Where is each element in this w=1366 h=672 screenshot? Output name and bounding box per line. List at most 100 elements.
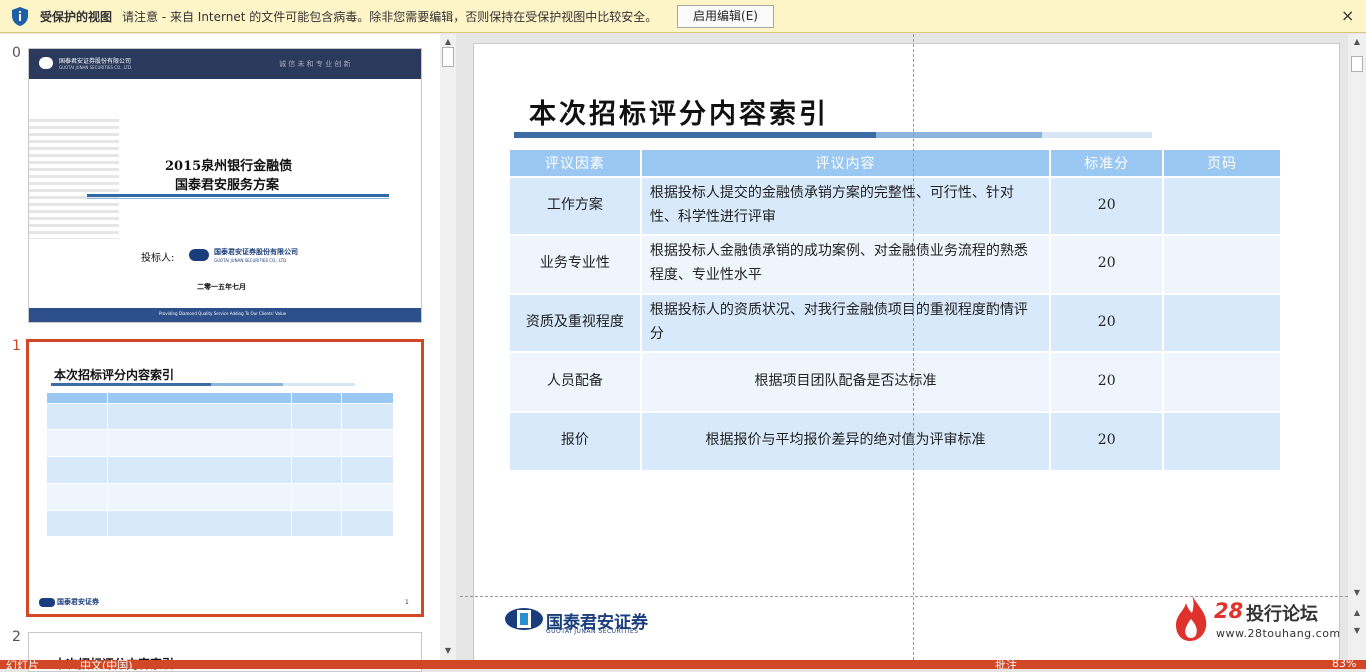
- row-page: [1163, 292, 1282, 352]
- row-factor: 工作方案: [510, 176, 642, 235]
- thumbnail-title-bar: [51, 383, 211, 386]
- status-notes[interactable]: 批注: [995, 660, 1017, 669]
- thumbnail-number: 2: [12, 629, 21, 645]
- slide-scrollbar[interactable]: ▲ ▼ ▲ ▼: [1348, 34, 1366, 660]
- slide-editing-area: 本次招标评分内容索引 评议因素 评议内容 标准分 页码 工作方案 根据投标人提交…: [460, 34, 1348, 663]
- table-row: 报价 根据报价与平均报价差异的绝对值为评审标准 20: [510, 410, 1282, 470]
- table-row: 人员配备 根据项目团队配备是否达标准 20: [510, 350, 1282, 412]
- gtja-logo-icon: [505, 608, 543, 630]
- thumbnail-column-divider: [107, 393, 108, 536]
- thumbnail-header-band: 国泰君安证券股份有限公司 GUOTAI JUNAN SECURITIES CO.…: [29, 49, 421, 79]
- thumbnail-bidder-name: 国泰君安证券股份有限公司: [214, 248, 298, 256]
- status-bar: 幻灯片 中文(中国) 批注 83%: [0, 660, 1366, 669]
- thumbnail-divider: [87, 198, 389, 199]
- thumbnail-title-bar: [211, 383, 283, 386]
- thumbnail-column-divider: [341, 393, 342, 536]
- row-content: 根据投标人的资质状况、对我行金融债项目的重视程度酌情评分: [640, 292, 1052, 352]
- forum-watermark: 28 投行论坛 www.28touhang.com: [1172, 593, 1339, 647]
- row-page: [1163, 233, 1282, 294]
- close-icon[interactable]: ×: [1341, 6, 1354, 26]
- thumbnail-title-line2: 国泰君安服务方案: [175, 178, 280, 193]
- row-score: 20: [1050, 292, 1165, 352]
- slide-thumbnail-pane: 0 国泰君安证券股份有限公司 GUOTAI JUNAN SECURITIES C…: [0, 34, 440, 672]
- thumbnail-number: 1: [12, 338, 21, 354]
- scrollbar-thumb[interactable]: [1351, 56, 1363, 72]
- row-factor: 报价: [510, 410, 642, 470]
- forum-url: www.28touhang.com: [1216, 627, 1340, 640]
- title-underline-dark: [514, 132, 876, 138]
- row-page: [1163, 410, 1282, 470]
- header-score: 标准分: [1050, 150, 1165, 177]
- row-content: 根据投标人金融债承销的成功案例、对金融债业务流程的熟悉程度、专业性水平: [640, 233, 1052, 294]
- header-content: 评议内容: [640, 150, 1052, 177]
- title-underline-light: [1042, 132, 1152, 138]
- header-factor: 评议因素: [510, 150, 642, 177]
- forum-number: 28: [1214, 599, 1244, 623]
- enable-editing-button[interactable]: 启用编辑(E): [677, 5, 774, 28]
- slide-title[interactable]: 本次招标评分内容索引: [529, 92, 829, 131]
- row-factor: 资质及重视程度: [510, 292, 642, 352]
- slide-thumbnail-1[interactable]: 本次招标评分内容索引 国泰君安证券 1: [26, 339, 424, 617]
- protected-view-title: 受保护的视图: [40, 10, 113, 24]
- scoring-table[interactable]: 评议因素 评议内容 标准分 页码 工作方案 根据投标人提交的金融债承销方案的完整…: [510, 150, 1282, 470]
- row-content: 根据投标人提交的金融债承销方案的完整性、可行性、针对性、科学性进行评审: [640, 176, 1052, 235]
- horizontal-guide[interactable]: [460, 596, 1348, 597]
- thumbnail-company-en: GUOTAI JUNAN SECURITIES CO., LTD.: [59, 65, 133, 70]
- row-score: 20: [1050, 233, 1165, 294]
- thumbnail-logo-text: 国泰君安证券: [57, 598, 99, 606]
- table-header-row: 评议因素 评议内容 标准分 页码: [510, 150, 1282, 177]
- table-row: 工作方案 根据投标人提交的金融债承销方案的完整性、可行性、针对性、科学性进行评审…: [510, 176, 1282, 235]
- status-language[interactable]: 中文(中国): [80, 660, 133, 669]
- thumbnail-date: 二零一五年七月: [197, 283, 246, 291]
- thumbnail-company-cn: 国泰君安证券股份有限公司: [59, 58, 132, 65]
- scroll-down-icon[interactable]: ▼: [441, 644, 455, 658]
- row-content: 根据项目团队配备是否达标准: [640, 350, 1052, 412]
- row-score: 20: [1050, 350, 1165, 412]
- protected-view-message: 请注意 - 来自 Internet 的文件可能包含病毒。除非您需要编辑，否则保持…: [122, 10, 658, 24]
- thumbnail-footer-band: Providing Diamond Quality Service Adding…: [29, 308, 421, 322]
- scroll-down-icon[interactable]: ▼: [1350, 586, 1364, 600]
- flame-icon: [1176, 595, 1207, 641]
- thumbnail-scrollbar[interactable]: ▲ ▼: [440, 34, 456, 660]
- thumbnail-bidder-label: 投标人:: [141, 253, 175, 264]
- scrollbar-thumb[interactable]: [442, 47, 454, 67]
- company-logo-icon: [189, 249, 209, 261]
- thumbnail-footer-text: Providing Diamond Quality Service Adding…: [159, 311, 287, 316]
- thumbnail-column-divider: [291, 393, 292, 536]
- row-content: 根据报价与平均报价差异的绝对值为评审标准: [640, 410, 1052, 470]
- company-logo: 国泰君安证券 GUOTAI JUNAN SECURITIES: [504, 607, 648, 635]
- thumbnail-stripe-decoration: [29, 119, 119, 239]
- vertical-guide[interactable]: [913, 34, 914, 660]
- row-factor: 业务专业性: [510, 233, 642, 294]
- company-logo-icon: [39, 598, 55, 607]
- slide-thumbnail-0[interactable]: 国泰君安证券股份有限公司 GUOTAI JUNAN SECURITIES CO.…: [28, 48, 422, 323]
- thumbnail-motto: 诚 信 未 和 专 业 创 新: [279, 60, 351, 68]
- header-page: 页码: [1163, 150, 1282, 177]
- protected-view-bar: 受保护的视图 请注意 - 来自 Internet 的文件可能包含病毒。除非您需要…: [0, 0, 1366, 33]
- table-row: 资质及重视程度 根据投标人的资质状况、对我行金融债项目的重视程度酌情评分 20: [510, 292, 1282, 352]
- row-score: 20: [1050, 410, 1165, 470]
- row-factor: 人员配备: [510, 350, 642, 412]
- thumbnail-number: 0: [12, 45, 21, 61]
- row-page: [1163, 350, 1282, 412]
- thumbnail-title-bar: [283, 383, 355, 386]
- scroll-up-icon[interactable]: ▲: [1350, 35, 1364, 49]
- status-zoom[interactable]: 83%: [1332, 660, 1356, 669]
- previous-slide-icon[interactable]: ▲: [1350, 606, 1364, 620]
- thumbnail-title-line1: 2015泉州银行金融债: [165, 159, 293, 174]
- logo-text-en: GUOTAI JUNAN SECURITIES: [546, 628, 639, 635]
- thumbnail-page-number: 1: [405, 599, 409, 606]
- current-slide[interactable]: 本次招标评分内容索引 评议因素 评议内容 标准分 页码 工作方案 根据投标人提交…: [473, 43, 1340, 663]
- row-page: [1163, 176, 1282, 235]
- thumbnail-slide-title: 本次招标评分内容索引: [54, 368, 175, 382]
- next-slide-icon[interactable]: ▼: [1350, 624, 1364, 638]
- thumbnail-bidder-en: GUOTAI JUNAN SECURITIES CO., LTD.: [214, 258, 288, 263]
- company-logo-icon: [39, 57, 53, 69]
- title-underline-mid: [876, 132, 1042, 138]
- thumbnail-divider: [87, 194, 389, 197]
- status-slide-info: 幻灯片: [6, 660, 39, 669]
- shield-info-icon: [12, 7, 28, 26]
- forum-name: 投行论坛: [1246, 604, 1318, 625]
- row-score: 20: [1050, 176, 1165, 235]
- table-row: 业务专业性 根据投标人金融债承销的成功案例、对金融债业务流程的熟悉程度、专业性水…: [510, 233, 1282, 294]
